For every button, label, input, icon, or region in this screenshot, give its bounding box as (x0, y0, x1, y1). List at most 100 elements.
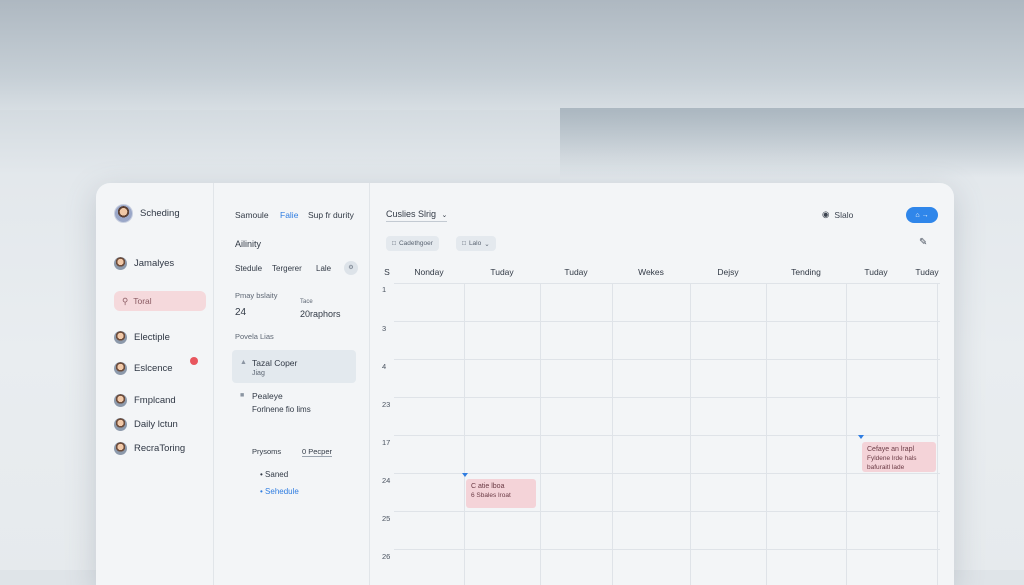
stat-label: Tace (300, 299, 313, 305)
link-prysoms[interactable]: Prysoms (252, 447, 281, 456)
sidebar-item-eslcence[interactable]: Eslcence (114, 357, 198, 375)
sidebar-item-label: Eslcence (134, 363, 173, 374)
lock-icon: □ (392, 240, 396, 247)
avatar-icon (114, 442, 127, 455)
calendar-grid[interactable]: Cefaye an lrapl Fyldene lrde hals bafura… (394, 283, 940, 585)
list-item-title: Tazal Coper (252, 358, 298, 368)
sidebar-item-daily[interactable]: Daily lctun (114, 418, 178, 431)
subtab-lale[interactable]: Lale (316, 264, 331, 273)
sidebar-item-fmplcand[interactable]: Fmplcand (114, 394, 176, 407)
subtab-tergerer[interactable]: Tergerer (272, 264, 302, 273)
list-item-subtitle: Jiag (252, 370, 265, 377)
event-detail: Fyldene lrde hals (867, 455, 917, 462)
detail-panel: Samoule Falie Sup fr durity Ailinity Ste… (214, 183, 370, 585)
grid-line (612, 283, 613, 585)
square-icon: ■ (240, 392, 245, 399)
subtab-stedule[interactable]: Stedule (235, 264, 262, 273)
calendar-event[interactable]: C atie lboa 6 Sbales lroat (466, 479, 536, 508)
day-header: Tuday (864, 267, 888, 277)
search-filter[interactable]: ⚲ Toral (114, 291, 206, 311)
triangle-icon: ▲ (240, 359, 247, 366)
list-item-title[interactable]: Pealeye (252, 391, 283, 401)
grid-line (394, 549, 940, 550)
bullet-label: Saned (265, 470, 289, 479)
section-title: Ailinity (235, 239, 262, 249)
sidebar-item-label: RecraToring (134, 443, 186, 454)
pencil-icon[interactable]: ✎ (919, 237, 927, 248)
settings-icon: ◉ (822, 209, 830, 219)
tab-security[interactable]: Sup fr durity (308, 210, 354, 220)
sidebar-item-recratoring[interactable]: RecraToring (114, 442, 185, 455)
link-pecper[interactable]: 0 Pecper (302, 447, 333, 457)
time-label: 25 (382, 514, 391, 523)
avatar-icon (114, 257, 127, 270)
notification-badge (190, 357, 198, 365)
tab-falie[interactable]: Falie (280, 210, 298, 220)
sidebar: Scheding Jamalyes ⚲ Toral Electiple Eslc… (96, 183, 214, 585)
avatar-icon (114, 362, 127, 375)
settings-icon[interactable]: ⚙ (344, 261, 358, 275)
day-header: Tuday (490, 267, 514, 277)
avatar-icon (114, 331, 127, 344)
event-marker (858, 435, 864, 439)
sidebar-item-label: Daily lctun (134, 419, 178, 430)
time-label: 23 (382, 400, 391, 409)
grid-line (540, 283, 541, 585)
stat-label: Pmay bslaity (235, 291, 278, 300)
time-label: 3 (382, 324, 387, 333)
sidebar-brand[interactable]: Scheding (114, 204, 180, 223)
list-item-subtitle: Forlnene fio lims (252, 405, 311, 414)
grid-line (394, 321, 940, 322)
bullet-item: • Saned (260, 470, 289, 479)
sidebar-item-label: Jamalyes (134, 258, 175, 269)
grid-line (464, 283, 465, 585)
day-header: S (384, 267, 390, 277)
day-header: Wekes (638, 267, 664, 277)
sidebar-item-jamalyes[interactable]: Jamalyes (114, 257, 174, 270)
grid-line (394, 473, 940, 474)
sidebar-item-electiple[interactable]: Electiple (114, 331, 170, 344)
grid-line (690, 283, 691, 585)
list-heading: Povela Lias (235, 332, 274, 341)
filter-label: Lalo (468, 240, 482, 247)
stat-value: 20raphors (300, 309, 341, 319)
chevron-down-icon: ⌄ (441, 212, 448, 219)
event-title: C atie lboa (471, 483, 505, 490)
event-marker (462, 473, 468, 477)
event-detail: bafuraitl lade (867, 464, 905, 471)
background-wall (0, 0, 1024, 110)
day-header: Tending (791, 267, 821, 277)
sidebar-item-label: Fmplcand (134, 395, 176, 406)
grid-line (394, 397, 940, 398)
time-label: 24 (382, 476, 391, 485)
grid-line (846, 283, 847, 585)
view-select-label: Cuslies Slrig (386, 209, 437, 219)
avatar-icon (114, 204, 133, 223)
day-header: Tuday (564, 267, 588, 277)
app-window: Scheding Jamalyes ⚲ Toral Electiple Eslc… (96, 183, 954, 585)
new-event-button[interactable]: ⌂ → (906, 207, 938, 223)
filter-chip[interactable]: □ Lalo ⌄ (456, 236, 496, 251)
search-label: Toral (133, 296, 152, 306)
calendar-event[interactable]: Cefaye an lrapl Fyldene lrde hals bafura… (862, 442, 936, 472)
background-shadow (560, 108, 1024, 178)
brand-label: Scheding (140, 208, 180, 219)
calendar: Cuslies Slrig ⌄ □ Cadethgoer □ Lalo ⌄ ◉ … (370, 183, 954, 585)
lock-icon: □ (462, 240, 466, 247)
chevron-down-icon: ⌄ (484, 240, 490, 248)
sidebar-item-label: Electiple (134, 332, 170, 343)
time-label: 1 (382, 285, 387, 294)
bullet-label: Sehedule (265, 487, 299, 496)
bullet-item[interactable]: • Sehedule (260, 487, 299, 496)
status-label: Slalo (834, 209, 854, 220)
filter-label: Cadethgoer (398, 240, 433, 247)
grid-line (394, 359, 940, 360)
view-select[interactable]: Cuslies Slrig ⌄ (386, 209, 448, 222)
day-header: Dejsy (717, 267, 739, 277)
filter-chip[interactable]: □ Cadethgoer (386, 236, 439, 251)
day-header: Tuday (915, 267, 939, 277)
time-label: 4 (382, 362, 387, 371)
stat-value: 24 (235, 307, 247, 318)
status-indicator[interactable]: ◉ Slalo (822, 209, 853, 220)
tab-samoule[interactable]: Samoule (235, 210, 269, 220)
